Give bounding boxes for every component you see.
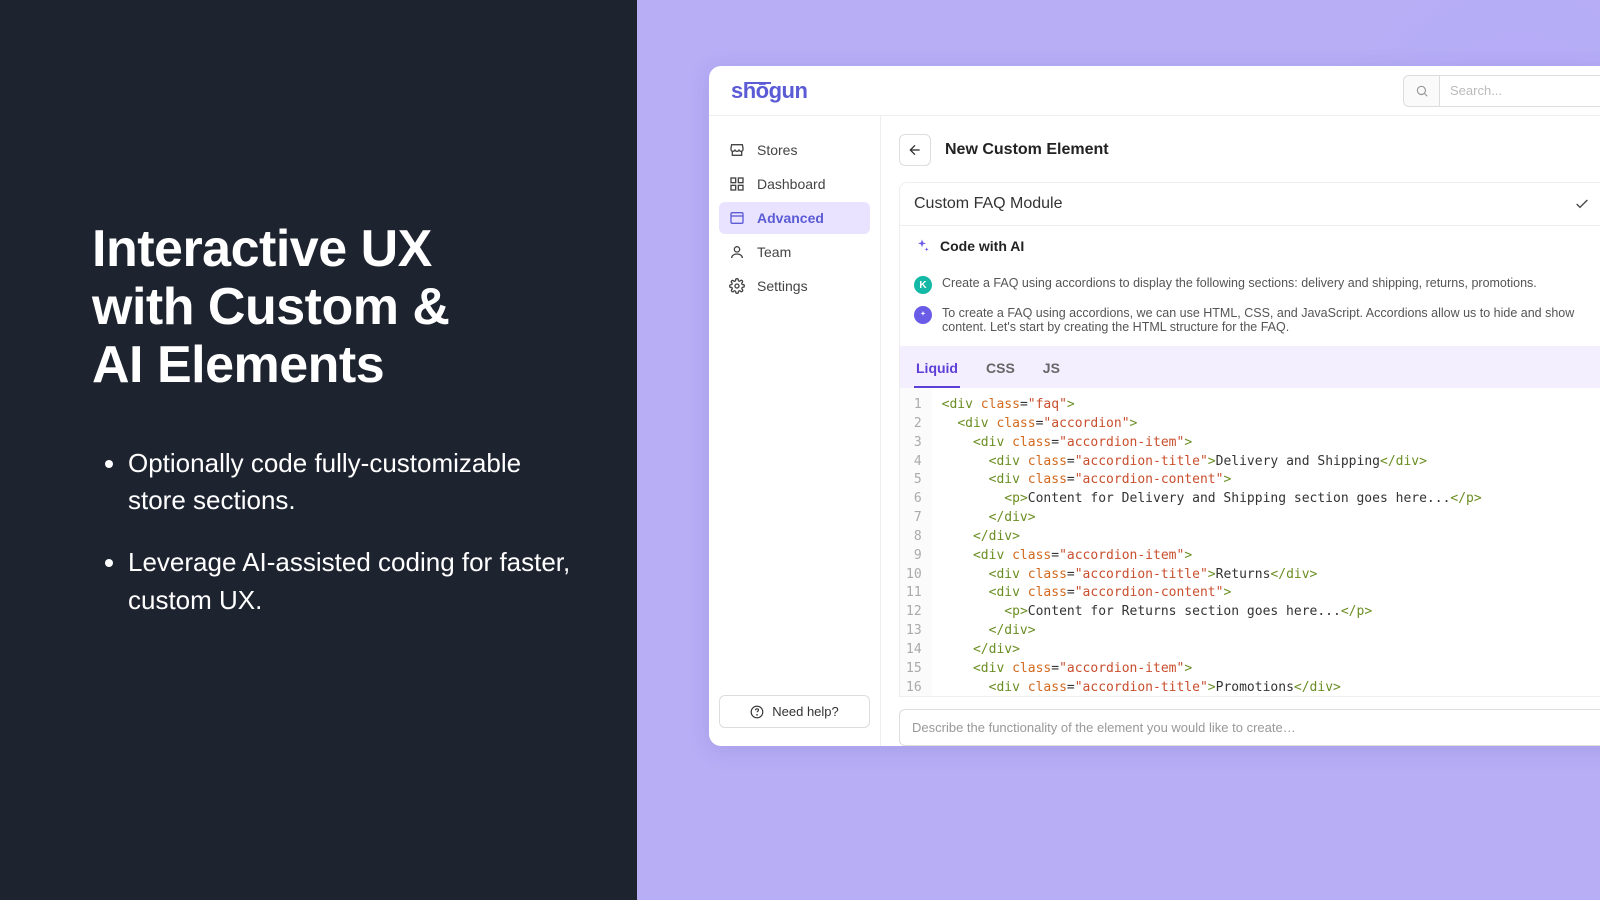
- sidebar-item-label: Advanced: [757, 210, 824, 226]
- bullet-item: Optionally code fully-customizable store…: [128, 445, 577, 520]
- advanced-icon: [729, 210, 745, 226]
- sidebar-item-dashboard[interactable]: Dashboard: [719, 168, 870, 200]
- sidebar-item-label: Team: [757, 244, 791, 260]
- marketing-panel: Interactive UX with Custom & AI Elements…: [0, 0, 637, 900]
- gear-icon: [729, 278, 745, 294]
- help-label: Need help?: [772, 704, 839, 719]
- sidebar-item-settings[interactable]: Settings: [719, 270, 870, 302]
- sidebar-item-label: Dashboard: [757, 176, 826, 192]
- dashboard-icon: [729, 176, 745, 192]
- search-icon[interactable]: [1403, 75, 1439, 107]
- app-window: shōgun Stores Dashboard: [709, 66, 1600, 746]
- headline-line-3: AI Elements: [92, 336, 384, 394]
- sparkle-icon: [914, 238, 930, 254]
- user-avatar: K: [914, 276, 932, 294]
- chat-ai-row: To create a FAQ using accordions, we can…: [914, 300, 1600, 340]
- tab-css[interactable]: CSS: [984, 352, 1017, 388]
- code-with-ai-label: Code with AI: [940, 238, 1024, 254]
- chat-block: K Create a FAQ using accordions to displ…: [899, 266, 1600, 346]
- headline: Interactive UX with Custom & AI Elements: [92, 220, 577, 395]
- bullet-list: Optionally code fully-customizable store…: [92, 445, 577, 620]
- sidebar-item-stores[interactable]: Stores: [719, 134, 870, 166]
- sidebar-item-team[interactable]: Team: [719, 236, 870, 268]
- sidebar-item-advanced[interactable]: Advanced: [719, 202, 870, 234]
- search: [1403, 75, 1600, 107]
- tab-liquid[interactable]: Liquid: [914, 352, 960, 388]
- ai-avatar: [914, 306, 932, 324]
- showcase-panel: shōgun Stores Dashboard: [637, 0, 1600, 900]
- chat-user-text: Create a FAQ using accordions to display…: [942, 276, 1537, 290]
- page-title: New Custom Element: [945, 141, 1109, 159]
- line-gutter: 12345678910111213141516171819: [900, 388, 932, 696]
- headline-line-1: Interactive UX: [92, 220, 432, 278]
- search-input[interactable]: [1439, 75, 1600, 107]
- sidebar-item-label: Stores: [757, 142, 797, 158]
- arrow-left-icon: [907, 142, 923, 158]
- sidebar-item-label: Settings: [757, 278, 808, 294]
- check-icon: [1574, 196, 1590, 212]
- code-lines: <div class="faq"> <div class="accordion"…: [932, 388, 1492, 696]
- back-button[interactable]: [899, 134, 931, 166]
- main-content: New Custom Element Custom FAQ Module Cod…: [881, 116, 1600, 746]
- code-editor[interactable]: 12345678910111213141516171819 <div class…: [899, 388, 1600, 697]
- topbar: shōgun: [709, 66, 1600, 116]
- chat-ai-text: To create a FAQ using accordions, we can…: [942, 306, 1600, 334]
- headline-line-2: with Custom &: [92, 278, 449, 336]
- element-name-field[interactable]: Custom FAQ Module: [914, 195, 1564, 213]
- chat-user-row: K Create a FAQ using accordions to displ…: [914, 270, 1600, 300]
- store-icon: [729, 142, 745, 158]
- sidebar: Stores Dashboard Advanced Team Settings: [709, 116, 881, 746]
- element-name-row: Custom FAQ Module: [899, 182, 1600, 226]
- code-tabs: Liquid CSS JS: [899, 346, 1600, 388]
- tab-js[interactable]: JS: [1041, 352, 1062, 388]
- confirm-name-button[interactable]: [1574, 196, 1590, 212]
- logo: shōgun: [731, 78, 807, 104]
- bullet-item: Leverage AI-assisted coding for faster, …: [128, 544, 577, 619]
- code-with-ai-row: Code with AI: [899, 226, 1600, 266]
- help-button[interactable]: Need help?: [719, 695, 870, 728]
- ai-prompt-input[interactable]: Describe the functionality of the elemen…: [899, 709, 1600, 746]
- help-icon: [750, 705, 764, 719]
- team-icon: [729, 244, 745, 260]
